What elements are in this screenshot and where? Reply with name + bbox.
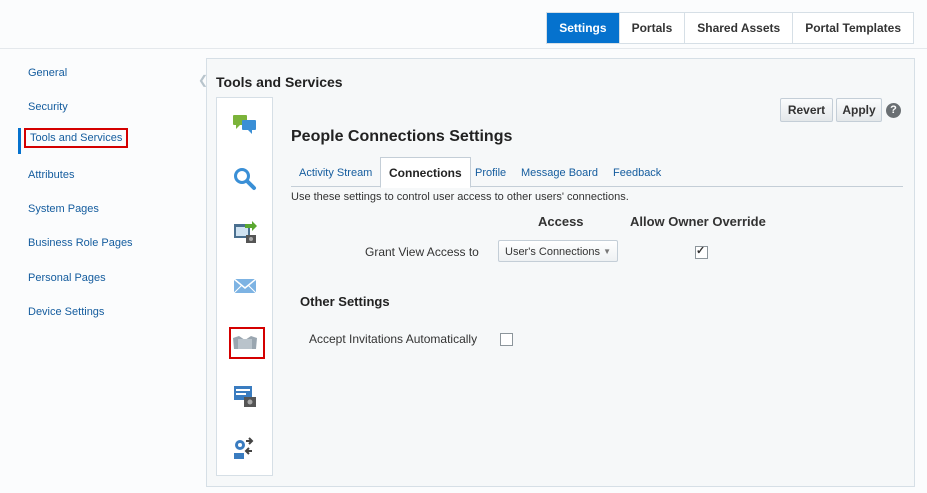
services-icon[interactable]: [232, 435, 258, 461]
accept-invitations-label: Accept Invitations Automatically: [309, 332, 478, 346]
sidebar-item-business-role-pages[interactable]: Business Role Pages: [28, 237, 133, 249]
sidebar-item-security[interactable]: Security: [28, 101, 68, 113]
tab-portals[interactable]: Portals: [618, 13, 685, 43]
selected-tool-highlight: [229, 327, 265, 359]
revert-button[interactable]: Revert: [780, 98, 833, 122]
help-icon[interactable]: ?: [886, 103, 901, 118]
import-export-icon[interactable]: [232, 219, 258, 245]
collapse-chevron-icon[interactable]: ❮: [198, 73, 208, 87]
panel-title: Tools and Services: [216, 74, 343, 90]
tab-feedback[interactable]: Feedback: [613, 167, 661, 179]
section-title: People Connections Settings: [291, 128, 513, 145]
mail-icon[interactable]: [232, 273, 258, 299]
tab-portal-templates[interactable]: Portal Templates: [792, 13, 913, 43]
override-column-header: Allow Owner Override: [630, 214, 766, 229]
accept-invitations-checkbox[interactable]: [500, 333, 513, 346]
sidebar-item-attributes[interactable]: Attributes: [28, 169, 74, 181]
top-nav: Settings Portals Shared Assets Portal Te…: [546, 12, 914, 44]
access-column-header: Access: [538, 214, 584, 229]
apply-button[interactable]: Apply: [836, 98, 882, 122]
sidebar-item-personal-pages[interactable]: Personal Pages: [28, 272, 106, 284]
search-icon[interactable]: [232, 166, 258, 192]
subtabs: Activity Stream Connections Profile Mess…: [291, 157, 903, 188]
allow-owner-override-checkbox[interactable]: ✓: [695, 245, 708, 259]
sidebar-active-indicator: [18, 128, 21, 154]
sidebar-item-system-pages[interactable]: System Pages: [28, 203, 99, 215]
description-text: Use these settings to control user acces…: [291, 191, 629, 203]
tab-activity-stream[interactable]: Activity Stream: [299, 167, 372, 179]
tab-shared-assets[interactable]: Shared Assets: [684, 13, 792, 43]
sidebar-item-device-settings[interactable]: Device Settings: [28, 306, 104, 318]
other-settings-title: Other Settings: [300, 294, 390, 309]
sidebar-item-tools-and-services[interactable]: Tools and Services: [24, 128, 129, 148]
grant-view-access-label: Grant View Access to: [365, 245, 479, 259]
tab-connections[interactable]: Connections: [380, 157, 471, 188]
header-divider: [0, 48, 927, 49]
tool-icon-strip: [216, 97, 273, 476]
discussions-icon[interactable]: [232, 112, 258, 138]
checkmark-icon: ✓: [696, 245, 706, 257]
tab-settings[interactable]: Settings: [547, 13, 619, 43]
activity-stream-icon[interactable]: [232, 383, 258, 409]
grant-view-access-value: User's Connections: [505, 246, 601, 258]
sidebar-item-general[interactable]: General: [28, 67, 67, 79]
chevron-down-icon: ▼: [603, 247, 611, 256]
tab-message-board[interactable]: Message Board: [521, 167, 598, 179]
tools-services-panel: [206, 58, 915, 487]
grant-view-access-select[interactable]: User's Connections ▼: [498, 240, 618, 262]
tab-profile[interactable]: Profile: [475, 167, 506, 179]
